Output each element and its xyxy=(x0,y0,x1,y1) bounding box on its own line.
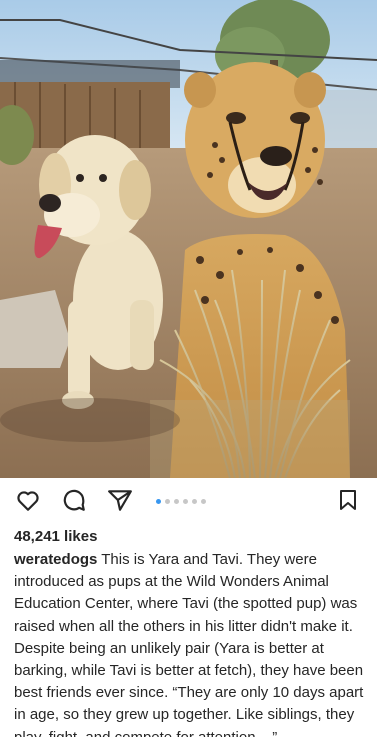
heart-icon xyxy=(15,487,41,518)
save-button[interactable] xyxy=(334,488,362,516)
like-count[interactable]: 48,241 likes xyxy=(14,528,97,545)
caption-username[interactable]: weratedogs xyxy=(14,551,97,568)
carousel-indicator xyxy=(156,499,206,505)
caption-text: This is Yara and Tavi. They were introdu… xyxy=(14,551,364,724)
carousel-dot[interactable] xyxy=(201,499,206,504)
post-photo[interactable] xyxy=(0,0,377,478)
comment-bubble-icon xyxy=(61,487,87,518)
carousel-dot[interactable] xyxy=(156,499,161,504)
post-caption: weratedogs This is Yara and Tavi. They w… xyxy=(14,549,364,737)
post-action-bar xyxy=(0,478,377,526)
caption-cutoff-text: play, fight, and compete for attention .… xyxy=(14,727,364,737)
carousel-dot[interactable] xyxy=(174,499,179,504)
paper-plane-icon xyxy=(107,487,133,518)
bookmark-icon xyxy=(336,488,360,517)
carousel-dot[interactable] xyxy=(183,499,188,504)
share-button[interactable] xyxy=(106,488,134,516)
comment-button[interactable] xyxy=(60,488,88,516)
post-image xyxy=(0,0,377,478)
carousel-dot[interactable] xyxy=(165,499,170,504)
carousel-dot[interactable] xyxy=(192,499,197,504)
like-button[interactable] xyxy=(14,488,42,516)
